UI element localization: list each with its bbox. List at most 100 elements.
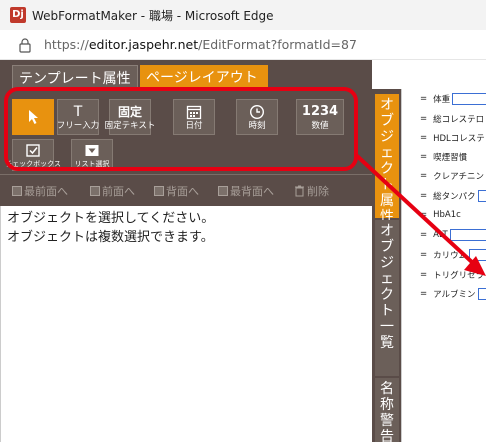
vertical-tab-char: 覧 [380,335,394,351]
vertical-tab-char: ク [380,161,394,177]
fixed-text-icon: 固定 [117,104,142,119]
arrange-label: 背面へ [166,185,199,198]
vertical-tab-strip: オブジェクト属性 オブジェクト一覧 名称警告 [372,89,401,442]
vertical-tab-char: ク [380,287,394,303]
preview-row: = ALT [420,228,486,242]
preview-label: ALT [433,230,448,240]
vertical-tab-char: ェ [380,271,394,287]
layer-forward-icon [90,186,100,196]
tool-label: 数値 [311,120,329,131]
vertical-tab-char: ブ [380,113,394,129]
select-tool-button[interactable] [12,99,54,135]
preview-row: = 体重 [420,92,486,106]
preview-label: カリウム [433,251,468,261]
equals-sign: = [420,230,428,240]
send-to-back-button[interactable]: 最背面へ [218,182,274,200]
vertical-tab-char: ジ [380,129,394,145]
layer-back-icon [218,186,228,196]
arrange-bar: 最前面へ 前面へ 背面へ 最背面へ 削除 [0,174,372,206]
vertical-tab-char: オ [380,97,394,113]
multi-select-message: オブジェクトは複数選択できます。 [7,230,214,245]
preview-row: = HbA1c [420,208,461,222]
preview-label: クレアチニン [433,172,484,182]
delete-button[interactable]: 削除 [294,182,329,200]
preview-label: 喫煙習慣 [433,153,468,163]
equals-sign: = [420,191,428,201]
browser-window: Dj WebFormatMaker - 職場 - Microsoft Edge … [0,0,486,442]
preview-label: トリグリセラ [433,271,485,281]
preview-row: = カリウム [420,248,486,262]
vertical-tab-char: ジ [380,255,394,271]
free-input-tool-button[interactable]: T フリー入力 [57,99,99,135]
equals-sign: = [420,133,428,143]
layer-front-icon [12,186,22,196]
tab-template-attributes[interactable]: テンプレート属性 [12,65,138,89]
bring-forward-button[interactable]: 前面へ [90,182,135,200]
preview-input-field[interactable] [452,93,486,105]
editor-content: テンプレート属性 ページレイアウト T フリー入力 固定 固定テキスト 日付 時… [0,60,486,442]
vertical-tab-char: 一 [380,319,394,335]
tool-label: リスト選択 [74,159,110,168]
bring-to-front-button[interactable]: 最前面へ [12,182,68,200]
vertical-tab-char: ト [380,177,394,193]
checkbox-tool-button[interactable]: チェックボックス [5,139,61,171]
date-tool-button[interactable]: 日付 [173,99,215,135]
tab-name-warnings[interactable]: 名称警告 [375,378,399,442]
tab-object-list[interactable]: オブジェクト一覧 [375,220,399,376]
select-object-message: オブジェクトを選択してください。 [7,211,215,226]
preview-row: = トリグリセラ [420,268,484,282]
url-path: /EditFormat?formatId=87 [198,37,357,52]
tool-label: フリー入力 [56,120,100,131]
preview-input-field[interactable] [477,288,486,300]
preview-label: 総タンパク [433,192,476,202]
arrange-label: 削除 [307,185,329,198]
address-bar[interactable]: https://editor.jaspehr.net/EditFormat?fo… [0,30,486,60]
url-text[interactable]: https://editor.jaspehr.net/EditFormat?fo… [44,37,357,52]
trash-icon [295,185,304,197]
vertical-tab-char: ト [380,303,394,319]
preview-row: = HDLコレステ [420,131,485,145]
app-icon: Dj [10,7,26,23]
tool-label: チェックボックス [5,159,61,168]
object-toolbar: T フリー入力 固定 固定テキスト 日付 時刻 1234 数値 チェックボックス… [0,89,372,174]
equals-sign: = [420,94,428,104]
form-preview: =身長=体重=総コレステロ=HDLコレステ=喫煙習慣=クレアチニン=総タンパク=… [401,89,486,442]
equals-sign: = [420,250,428,260]
preview-label: HbA1c [433,210,461,220]
preview-row: = 総タンパク [420,189,486,203]
number-icon: 1234 [301,104,339,120]
tab-page-layout[interactable]: ページレイアウト [140,65,268,89]
list-select-tool-button[interactable]: リスト選択 [71,139,113,171]
arrange-label: 最背面へ [230,185,274,198]
preview-input-field[interactable] [477,190,486,202]
layer-backward-icon [154,186,164,196]
number-tool-button[interactable]: 1234 数値 [296,99,344,135]
url-scheme: https:// [44,37,89,52]
arrange-label: 前面へ [102,185,135,198]
tool-label: 時刻 [248,120,266,131]
fixed-text-tool-button[interactable]: 固定 固定テキスト [105,99,155,135]
send-backward-button[interactable]: 背面へ [154,182,199,200]
vertical-tab-char: 称 [380,397,394,413]
window-title: WebFormatMaker - 職場 - Microsoft Edge [32,8,274,23]
equals-sign: = [420,210,428,220]
arrange-label: 最前面へ [24,185,68,198]
preview-input-field[interactable] [469,249,486,261]
vertical-tab-char: ブ [380,239,394,255]
tool-label: 日付 [185,120,203,131]
tab-object-properties[interactable]: オブジェクト属性 [375,94,399,225]
title-bar: Dj WebFormatMaker - 職場 - Microsoft Edge [0,0,486,30]
url-host: editor.jaspehr.net [88,37,199,52]
preview-input-field[interactable] [449,229,486,241]
preview-label: アルブミン [433,290,476,300]
preview-label: HDLコレステ [433,134,485,144]
clock-icon [249,104,265,119]
text-icon: T [73,103,83,120]
preview-label: 体重 [433,95,451,105]
vertical-tab-char: 警 [380,413,394,429]
time-tool-button[interactable]: 時刻 [236,99,278,135]
cursor-icon [29,110,38,124]
preview-row: = アルブミン [420,287,486,301]
tool-label: 固定テキスト [104,120,156,131]
equals-sign: = [420,270,428,280]
